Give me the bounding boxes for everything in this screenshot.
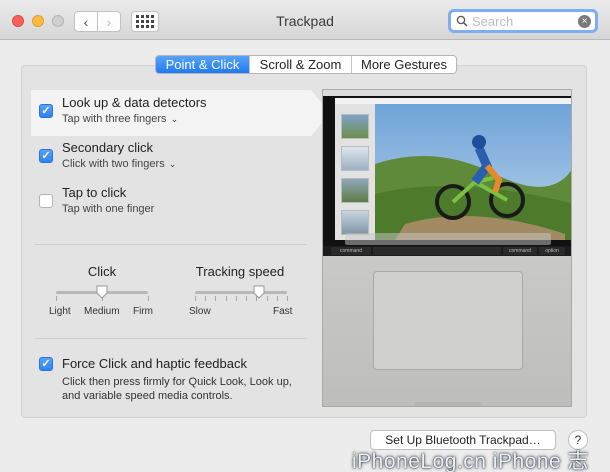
tracking-min-label: Slow (189, 306, 211, 317)
click-mid-label: Medium (84, 306, 120, 317)
slider-tick (235, 296, 237, 301)
option-subtitle: Click with two fingers (62, 158, 165, 170)
tab-bar: Point & Click Scroll & Zoom More Gesture… (155, 55, 457, 74)
tap-to-click-checkbox[interactable] (39, 194, 53, 208)
chevron-down-icon: ⌄ (170, 114, 179, 124)
click-max-label: Firm (133, 306, 153, 317)
divider (35, 338, 307, 339)
preview-thumbnail (341, 146, 369, 171)
preview-keyboard-row: command command option (323, 246, 571, 256)
option-title: Secondary click (62, 140, 154, 155)
watermark-text: iPhoneLog.cn iPhone 志 (352, 450, 589, 472)
tracking-speed-knob[interactable] (253, 285, 265, 299)
tracking-speed-label: Tracking speed (195, 264, 285, 279)
force-click-title: Force Click and haptic feedback (62, 356, 247, 371)
secondary-click-checkbox[interactable]: ✓ (39, 149, 53, 163)
search-icon (456, 15, 468, 27)
preview-thumbnail (341, 114, 369, 139)
slider-tick (148, 296, 149, 301)
preview-laptop-body (323, 256, 571, 406)
slider-tick (266, 296, 268, 301)
preview-dock (345, 233, 551, 245)
click-slider-knob[interactable] (96, 285, 108, 299)
slider-tick (225, 296, 227, 301)
slider-tick (246, 296, 248, 301)
preview-sidebar (335, 104, 375, 240)
preview-thumbnail (341, 210, 369, 235)
slider-tick (215, 296, 217, 301)
tab-scroll-and-zoom[interactable]: Scroll & Zoom (249, 56, 351, 73)
force-click-description: Click then press firmly for Quick Look, … (62, 376, 292, 402)
option-secondary-click[interactable]: ✓ Secondary click Click with two fingers… (31, 135, 311, 181)
preview-key: command (331, 247, 371, 255)
preview-spacebar (373, 247, 501, 255)
preview-screen (323, 90, 571, 246)
option-title: Tap to click (62, 185, 127, 200)
preview-photos-window (335, 98, 571, 240)
search-input[interactable] (472, 13, 572, 30)
tab-point-and-click[interactable]: Point & Click (156, 56, 249, 73)
preview-key: command (503, 247, 537, 255)
tracking-max-label: Fast (273, 306, 293, 317)
preview-key: option (539, 247, 565, 255)
click-slider-label: Click (87, 264, 117, 279)
tracking-speed-slider[interactable] (195, 291, 287, 294)
search-field[interactable]: × (448, 9, 598, 33)
option-look-up[interactable]: ✓ Look up & data detectors Tap with thre… (31, 90, 330, 136)
option-gesture-menu[interactable]: Click with two fingers ⌄ (62, 158, 176, 170)
slider-tick (195, 296, 196, 301)
slider-tick (276, 296, 278, 301)
slider-tick (56, 296, 57, 301)
tracking-speed-ticks (195, 296, 288, 302)
option-tap-to-click[interactable]: Tap to click Tap with one finger (31, 180, 311, 226)
tab-more-gestures[interactable]: More Gestures (351, 56, 456, 73)
divider (35, 244, 307, 245)
click-min-label: Light (49, 306, 71, 317)
preview-menu-bar (323, 90, 571, 96)
slider-tick (287, 296, 288, 301)
option-gesture-menu[interactable]: Tap with three fingers ⌄ (62, 113, 178, 125)
look-up-checkbox[interactable]: ✓ (39, 104, 53, 118)
preferences-window: ‹ › Trackpad × Point & Click Scroll & Zo… (0, 0, 610, 472)
preview-lid-notch (415, 402, 481, 406)
preview-thumbnail (341, 178, 369, 203)
preview-bike-photo (375, 104, 571, 240)
clear-icon[interactable]: × (578, 15, 591, 28)
option-subtitle: Tap with three fingers (62, 113, 167, 125)
gesture-preview-image: command command option (322, 89, 572, 407)
force-click-checkbox[interactable]: ✓ (39, 357, 53, 371)
option-subtitle: Tap with one finger (62, 203, 155, 215)
slider-tick (205, 296, 207, 301)
option-title: Look up & data detectors (62, 95, 207, 110)
title-bar: ‹ › Trackpad × (0, 0, 610, 40)
chevron-down-icon: ⌄ (168, 159, 177, 169)
preview-trackpad (373, 271, 523, 370)
